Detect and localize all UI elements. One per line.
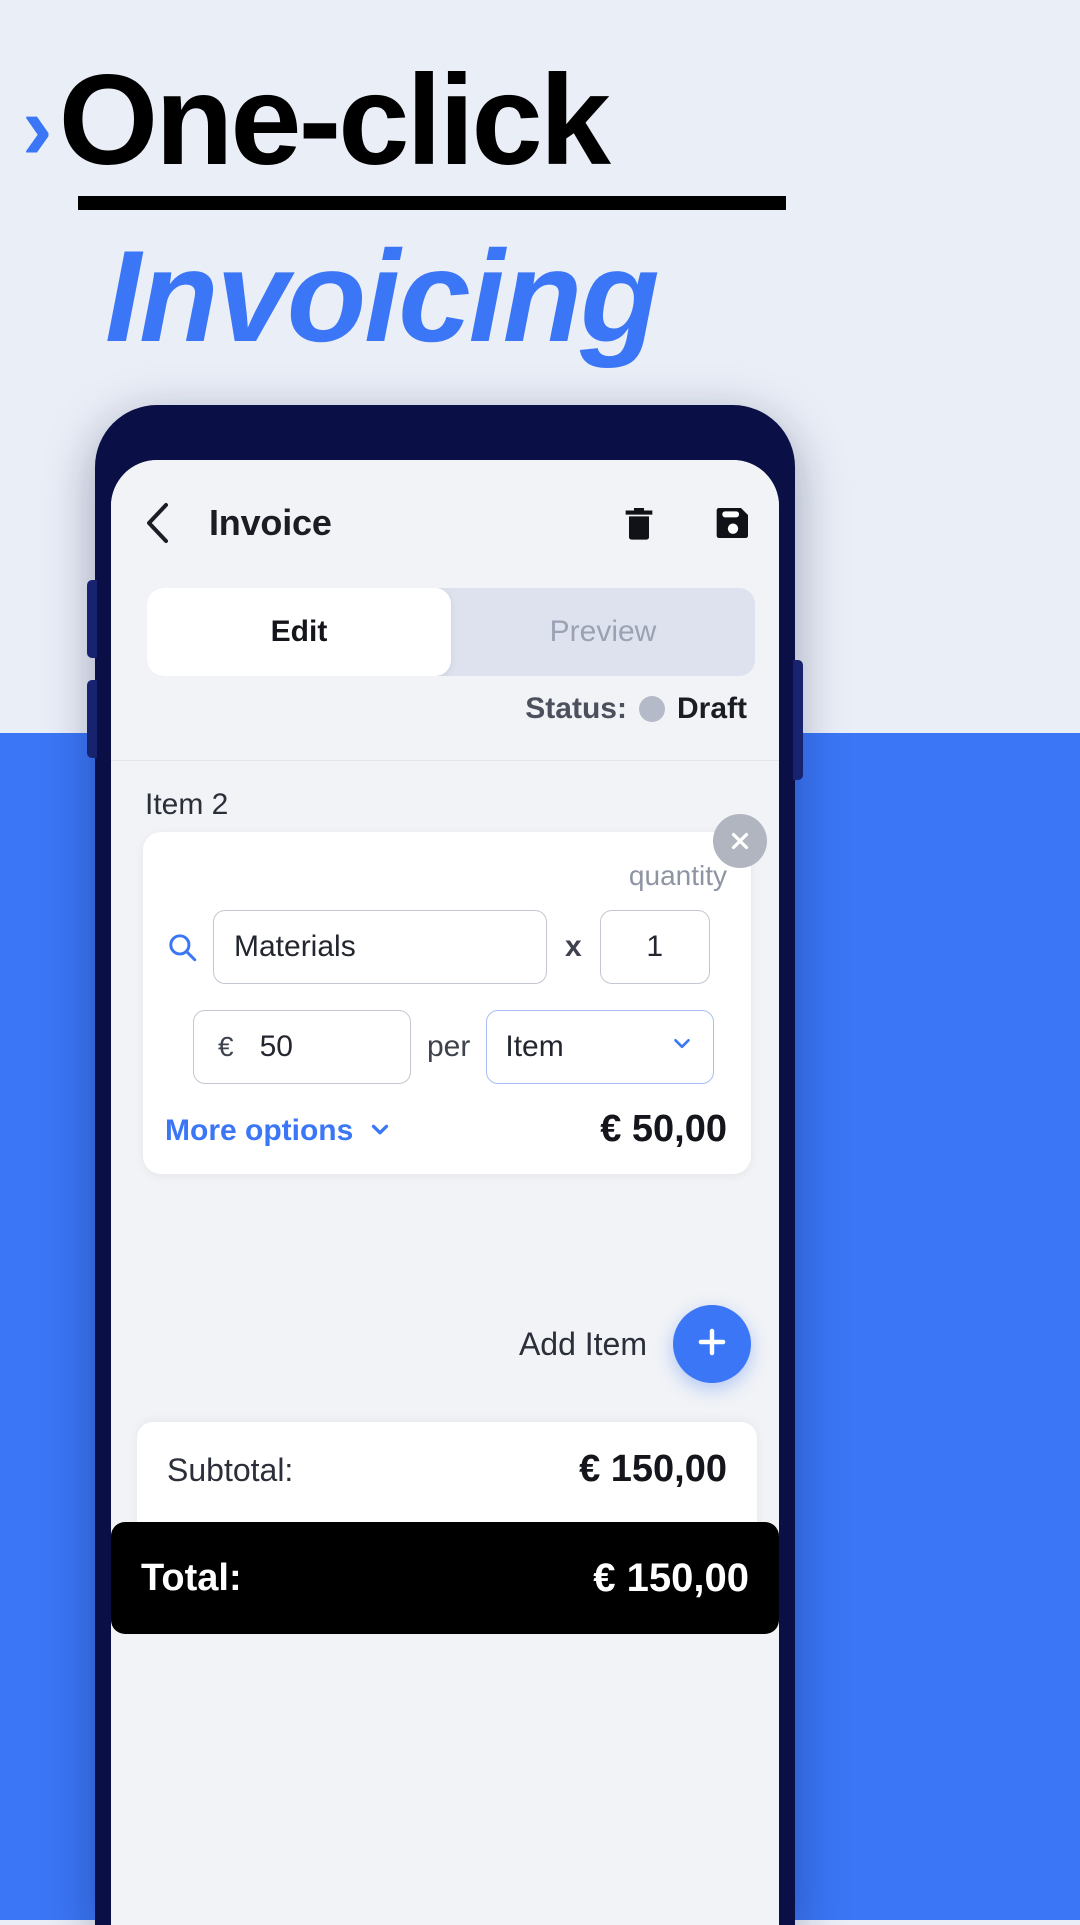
edit-preview-tabs: Edit Preview [147, 588, 755, 676]
save-floppy-icon[interactable] [713, 503, 753, 543]
per-label: per [427, 1030, 471, 1063]
quantity-input[interactable]: 1 [599, 910, 710, 984]
add-item-label: Add Item [518, 1325, 647, 1362]
add-item-button[interactable] [673, 1305, 751, 1383]
promo-headline: › One-click Invoicing [0, 0, 1080, 420]
phone-side-button-volume-down[interactable] [87, 680, 97, 758]
page-title: Invoice [209, 501, 332, 543]
phone-side-button-volume-up[interactable] [87, 580, 97, 658]
app-bar-actions [619, 503, 753, 543]
add-item-row: Add Item [519, 1305, 751, 1383]
currency-symbol: € [218, 1031, 234, 1062]
subtotal-row: Subtotal: € 150,00 [167, 1448, 727, 1491]
chevron-left-icon[interactable] [137, 502, 179, 544]
plus-icon [693, 1323, 731, 1366]
status-row: Status: Draft [525, 692, 747, 726]
tab-preview[interactable]: Preview [451, 588, 755, 676]
chevron-down-icon [669, 1030, 695, 1064]
tab-edit[interactable]: Edit [147, 588, 451, 676]
item-card: quantity Materials x 1 € 50 per Item Mor… [143, 814, 767, 1174]
total-value: € 150,00 [593, 1555, 749, 1600]
chevron-down-icon [367, 1116, 393, 1147]
total-label: Total: [141, 1556, 242, 1599]
item-line-total: € 50,00 [600, 1108, 727, 1150]
item-section-label: Item 2 [145, 788, 229, 821]
phone-side-button-power[interactable] [793, 660, 803, 780]
multiply-symbol: x [565, 930, 582, 963]
price-input[interactable]: € 50 [193, 1010, 411, 1084]
headline-line-1-row: › One-click [22, 49, 1062, 192]
search-icon[interactable] [165, 930, 199, 964]
phone-mockup: Invoice Edit Preview Status: Draft Item … [87, 405, 803, 1925]
unit-select-value: Item [505, 1030, 564, 1063]
price-value: 50 [259, 1030, 293, 1063]
app-bar: Invoice [111, 460, 779, 585]
divider [111, 760, 779, 761]
total-bar-wrapper: Total: € 150,00 [111, 1522, 779, 1634]
headline-line-1: One-click [58, 49, 611, 192]
status-label: Status: [525, 692, 627, 725]
status-badge [638, 696, 665, 722]
subtotal-value: € 150,00 [579, 1448, 727, 1490]
total-bar: Total: € 150,00 [111, 1522, 779, 1634]
close-icon[interactable] [713, 814, 767, 868]
item-price-row: € 50 per Item [193, 1010, 733, 1084]
headline-underline [78, 196, 786, 210]
quantity-caption: quantity [628, 860, 727, 891]
item-description-input[interactable]: Materials [213, 910, 547, 984]
subtotal-label: Subtotal: [167, 1452, 294, 1488]
more-options-label: More options [165, 1114, 354, 1147]
trash-icon[interactable] [619, 503, 659, 543]
status-value: Draft [676, 692, 747, 725]
item-description-row: Materials x 1 [165, 910, 729, 984]
chevron-right-icon: › [22, 77, 53, 180]
phone-screen: Invoice Edit Preview Status: Draft Item … [111, 460, 779, 1925]
more-options-button[interactable]: More options [165, 1114, 393, 1148]
headline-line-2: Invoicing [105, 223, 660, 369]
unit-select[interactable]: Item [486, 1010, 715, 1084]
